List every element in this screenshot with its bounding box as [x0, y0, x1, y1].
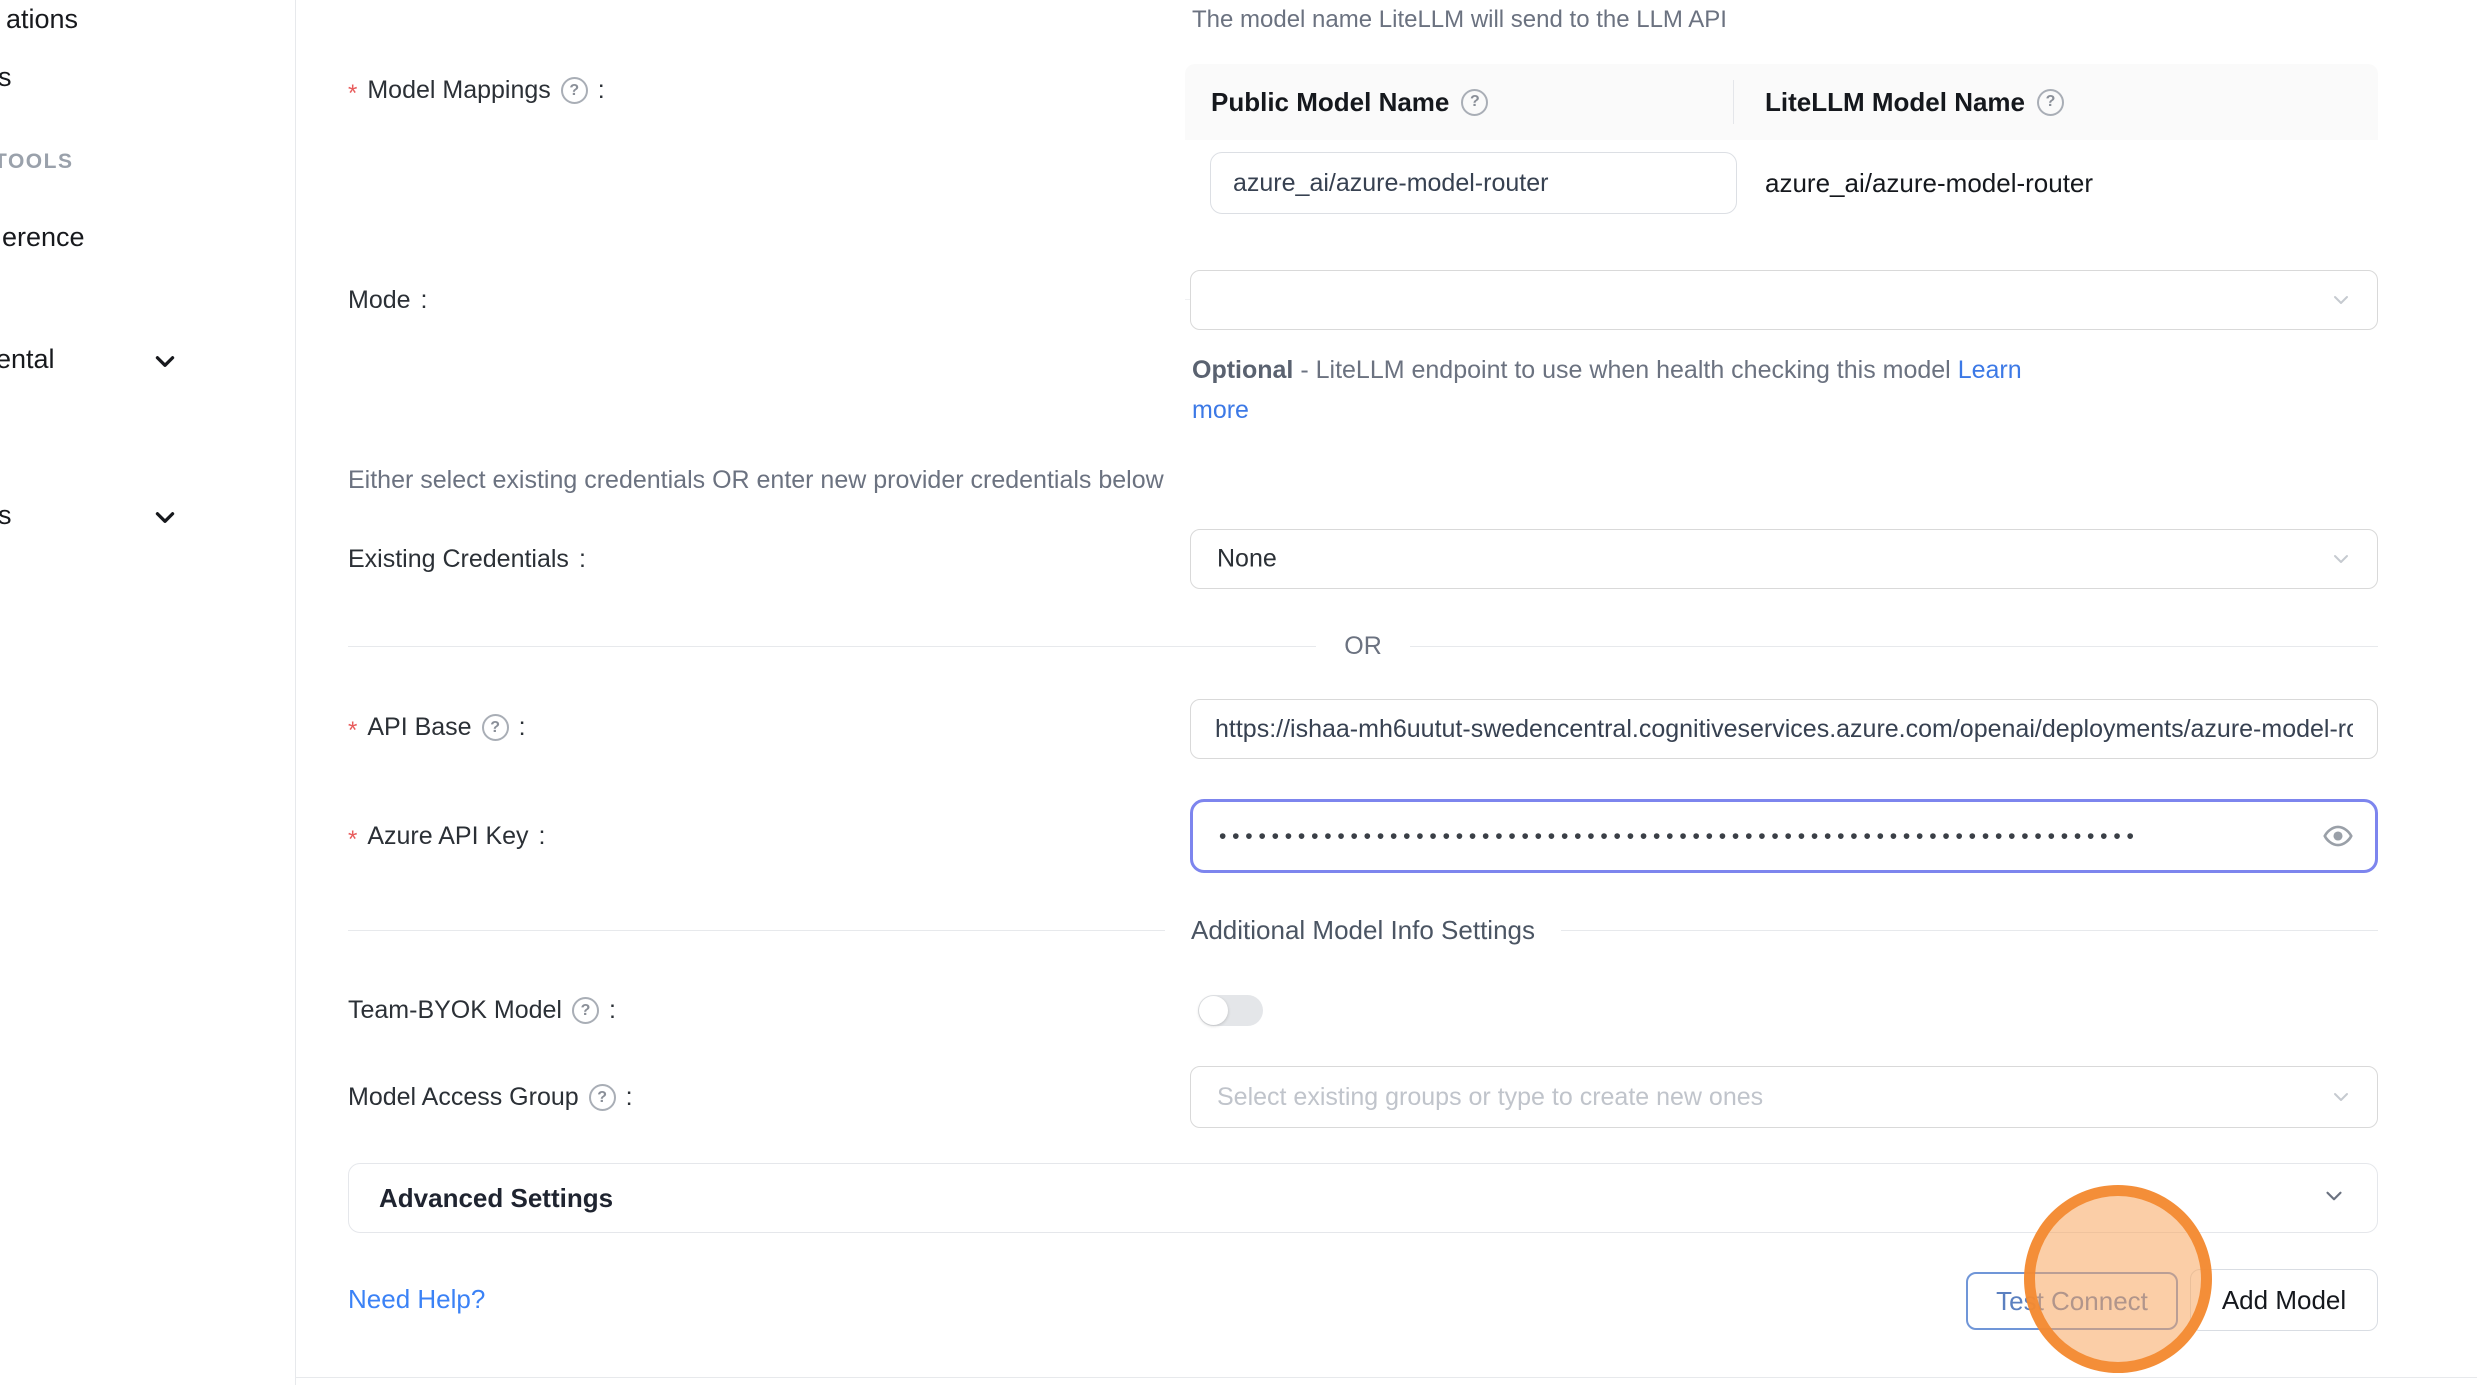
- sidebar-section-tools: TOOLS: [0, 150, 73, 174]
- sidebar: ations s TOOLS erence ental s: [0, 0, 296, 1385]
- label-colon: :: [609, 996, 616, 1025]
- required-asterisk: *: [348, 826, 357, 854]
- sidebar-item-organizations[interactable]: ations: [6, 4, 78, 35]
- sidebar-item-experimental[interactable]: ental: [0, 344, 55, 375]
- model-access-group-label: Model Access Group: [348, 1083, 579, 1112]
- help-question-icon[interactable]: ?: [561, 77, 588, 104]
- mode-label-row: Mode :: [348, 286, 428, 315]
- help-question-icon[interactable]: ?: [589, 1084, 616, 1111]
- mode-label: Mode: [348, 286, 411, 315]
- chevron-down-icon: [2329, 1085, 2353, 1109]
- model-access-group-input[interactable]: [1217, 1083, 2351, 1112]
- litellm-model-name-header-label: LiteLLM Model Name: [1765, 87, 2025, 118]
- card-bottom-border: [296, 1377, 2477, 1378]
- public-model-name-input[interactable]: [1210, 152, 1737, 214]
- model-access-group-field[interactable]: [1190, 1066, 2378, 1128]
- or-divider: OR: [348, 632, 2378, 661]
- litellm-model-name-value: azure_ai/azure-model-router: [1765, 168, 2093, 199]
- advanced-settings-label: Advanced Settings: [379, 1183, 613, 1214]
- api-base-input[interactable]: https://ishaa-mh6uutut-swedencentral.cog…: [1190, 699, 2378, 759]
- team-byok-label-row: Team-BYOK Model ? :: [348, 996, 616, 1025]
- label-colon: :: [626, 1083, 633, 1112]
- model-access-group-label-row: Model Access Group ? :: [348, 1083, 633, 1112]
- sidebar-item-fragment-1[interactable]: s: [0, 62, 12, 93]
- azure-api-key-label-row: * Azure API Key :: [348, 822, 546, 851]
- add-model-button[interactable]: Add Model: [2190, 1269, 2378, 1331]
- add-model-screen: ations s TOOLS erence ental s The model …: [0, 0, 2477, 1385]
- label-colon: :: [421, 286, 428, 315]
- table-header: Public Model Name ? LiteLLM Model Name ?: [1185, 64, 2378, 140]
- mode-help-body: - LiteLLM endpoint to use when health ch…: [1293, 356, 1957, 384]
- divider-line: [348, 930, 1165, 931]
- required-asterisk: *: [348, 717, 357, 745]
- additional-settings-divider-label: Additional Model Info Settings: [1191, 915, 1535, 946]
- chevron-down-icon[interactable]: [152, 504, 178, 530]
- help-question-icon[interactable]: ?: [1461, 89, 1488, 116]
- toggle-knob: [1199, 996, 1228, 1025]
- help-question-icon[interactable]: ?: [482, 714, 509, 741]
- api-base-label: API Base: [367, 713, 471, 742]
- model-name-hint: The model name LiteLLM will send to the …: [1192, 6, 1727, 34]
- existing-credentials-label-row: Existing Credentials :: [348, 545, 586, 574]
- divider-line: [348, 646, 1316, 647]
- advanced-settings-panel[interactable]: Advanced Settings: [348, 1163, 2378, 1233]
- chevron-down-icon: [2329, 288, 2353, 312]
- header-divider: [1733, 80, 1734, 124]
- chevron-down-icon: [2321, 1183, 2347, 1214]
- team-byok-label: Team-BYOK Model: [348, 996, 562, 1025]
- eye-icon[interactable]: [2321, 819, 2355, 853]
- existing-credentials-value: None: [1217, 545, 1277, 574]
- label-colon: :: [519, 713, 526, 742]
- chevron-down-icon[interactable]: [152, 348, 178, 374]
- label-colon: :: [579, 545, 586, 574]
- existing-credentials-select[interactable]: None: [1190, 529, 2378, 589]
- mode-select[interactable]: [1190, 270, 2378, 330]
- model-mappings-label-row: * Model Mappings ? :: [348, 76, 605, 105]
- help-question-icon[interactable]: ?: [2037, 89, 2064, 116]
- model-mappings-table: Public Model Name ? LiteLLM Model Name ?…: [1185, 64, 2378, 300]
- model-mappings-label: Model Mappings: [367, 76, 550, 105]
- azure-api-key-label: Azure API Key: [367, 822, 528, 851]
- test-connect-button[interactable]: Test Connect: [1966, 1272, 2178, 1330]
- column-header-public-model-name: Public Model Name ?: [1211, 64, 1488, 140]
- credentials-note: Either select existing credentials OR en…: [348, 466, 1164, 495]
- api-base-value: https://ishaa-mh6uutut-swedencentral.cog…: [1215, 715, 2353, 744]
- label-colon: :: [539, 822, 546, 851]
- required-asterisk: *: [348, 80, 357, 108]
- sidebar-item-settings[interactable]: s: [0, 500, 12, 531]
- sidebar-item-reference[interactable]: erence: [2, 222, 85, 253]
- azure-api-key-input[interactable]: ••••••••••••••••••••••••••••••••••••••••…: [1190, 799, 2378, 873]
- mode-help-text: Optional - LiteLLM endpoint to use when …: [1192, 350, 2037, 430]
- masked-api-key: ••••••••••••••••••••••••••••••••••••••••…: [1219, 825, 2259, 849]
- public-model-name-header-label: Public Model Name: [1211, 87, 1449, 118]
- divider-line: [1561, 930, 2378, 931]
- column-header-litellm-model-name: LiteLLM Model Name ?: [1765, 64, 2064, 140]
- api-base-label-row: * API Base ? :: [348, 713, 526, 742]
- additional-settings-divider: Additional Model Info Settings: [348, 915, 2378, 946]
- label-colon: :: [598, 76, 605, 105]
- team-byok-toggle[interactable]: [1198, 995, 1263, 1026]
- or-divider-label: OR: [1344, 632, 1382, 661]
- chevron-down-icon: [2329, 547, 2353, 571]
- help-question-icon[interactable]: ?: [572, 997, 599, 1024]
- existing-credentials-label: Existing Credentials: [348, 545, 569, 574]
- divider-line: [1410, 646, 2378, 647]
- optional-bold: Optional: [1192, 356, 1293, 384]
- need-help-link[interactable]: Need Help?: [348, 1284, 485, 1315]
